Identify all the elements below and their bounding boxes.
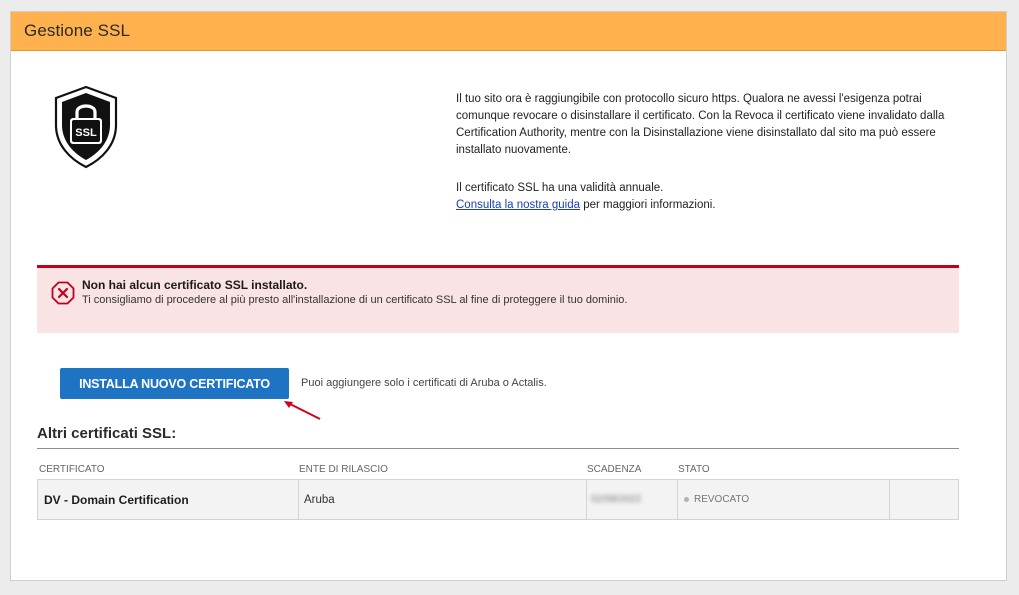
row-status-value: REVOCATO bbox=[694, 494, 750, 505]
table-header: CERTIFICATO ENTE DI RILASCIO SCADENZA ST… bbox=[37, 462, 959, 479]
guide-link[interactable]: Consulta la nostra guida bbox=[456, 199, 580, 211]
page-title: Gestione SSL bbox=[24, 21, 131, 40]
col-certificate: CERTIFICATO bbox=[39, 464, 105, 475]
col-status: STATO bbox=[678, 464, 710, 475]
red-arrow-annotation bbox=[284, 401, 321, 420]
row-issuer: Aruba bbox=[299, 480, 587, 519]
install-certificate-button[interactable]: INSTALLA NUOVO CERTIFICATO bbox=[60, 368, 289, 399]
ssl-shield-label: SSL bbox=[75, 127, 97, 139]
panel-header: Gestione SSL bbox=[11, 12, 1006, 51]
ssl-info: Il tuo sito ora è raggiungibile con prot… bbox=[456, 91, 966, 214]
row-certificate: DV - Domain Certification bbox=[38, 480, 299, 519]
no-certificate-alert: Non hai alcun certificato SSL installato… bbox=[37, 265, 959, 333]
row-status: REVOCATO bbox=[678, 480, 890, 519]
other-certs-title: Altri certificati SSL: bbox=[37, 425, 177, 442]
status-dot-icon bbox=[684, 497, 689, 502]
row-expiry-value: 02/08/2022 bbox=[591, 494, 642, 505]
col-expiry: SCADENZA bbox=[587, 464, 642, 475]
row-actions bbox=[890, 480, 959, 519]
certificates-table: CERTIFICATO ENTE DI RILASCIO SCADENZA ST… bbox=[37, 462, 959, 520]
ssl-shield-icon: SSL bbox=[54, 85, 118, 169]
alert-title: Non hai alcun certificato SSL installato… bbox=[82, 278, 308, 292]
col-issuer: ENTE DI RILASCIO bbox=[299, 464, 388, 475]
row-expiry: 02/08/2022 bbox=[587, 480, 678, 519]
alert-message: Ti consigliamo di procedere al più prest… bbox=[82, 294, 628, 306]
table-row: DV - Domain Certification Aruba 02/08/20… bbox=[37, 479, 959, 520]
info-paragraph: Il tuo sito ora è raggiungibile con prot… bbox=[456, 93, 945, 156]
guide-suffix: per maggiori informazioni. bbox=[580, 199, 716, 211]
install-note: Puoi aggiungere solo i certificati di Ar… bbox=[301, 377, 547, 389]
validity-text: Il certificato SSL ha una validità annua… bbox=[456, 182, 664, 194]
section-divider bbox=[37, 448, 959, 449]
error-icon bbox=[51, 281, 75, 305]
guide-line: Consulta la nostra guida per maggiori in… bbox=[456, 197, 966, 214]
